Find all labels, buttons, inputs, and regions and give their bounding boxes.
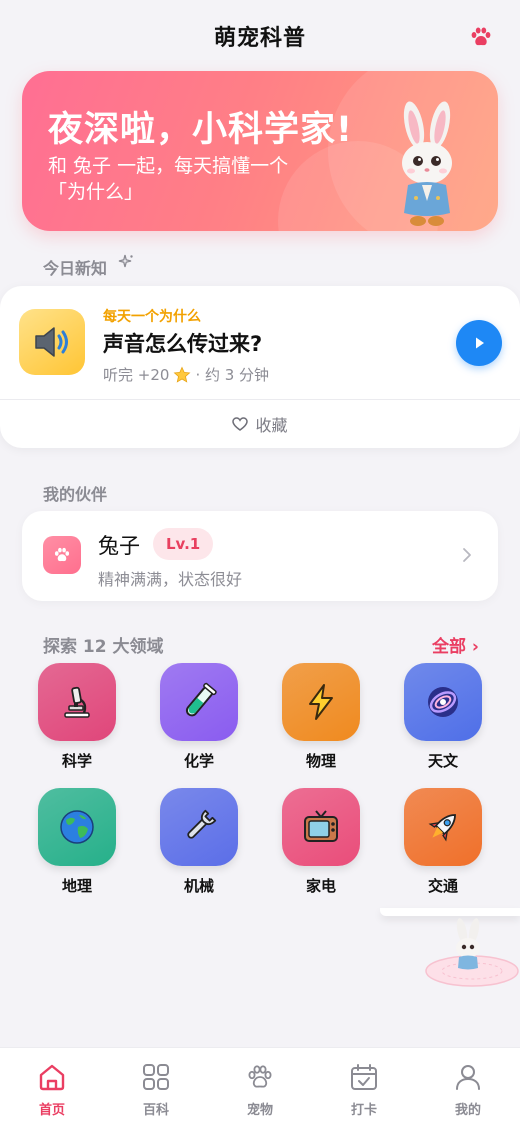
globe-icon [38,788,116,866]
tab-pet[interactable]: 宠物 [208,1048,312,1125]
rabbit-mascot-image [402,101,452,226]
play-button[interactable] [456,320,502,366]
reward-text: 听完 +20 [103,366,170,384]
favorite-button[interactable]: 收藏 [0,400,520,448]
category-3[interactable]: 物理 [271,663,371,773]
category-label: 地理 [61,877,92,895]
page-title: 萌宠科普 [213,26,306,51]
tab-encyclopedia[interactable]: 百科 [104,1048,208,1125]
test-tube-icon [160,663,238,741]
daily-kicker: 每天一个为什么 [103,309,201,325]
tab-label: 百科 [142,1103,169,1118]
tab-label: 我的 [454,1103,481,1118]
galaxy-icon [404,663,482,741]
floating-panel-edge [380,908,520,916]
paw-icon [43,536,81,574]
heart-icon [232,416,249,432]
category-6[interactable]: 机械 [149,788,249,898]
category-label: 天文 [427,752,458,770]
play-icon [476,337,484,349]
sparkle-icon [118,254,133,268]
bottom-tab-bar: 首页 百科 宠物 打卡 我的 [0,1047,520,1125]
tab-home[interactable]: 首页 [0,1048,104,1125]
grid-icon [143,1064,169,1090]
tab-profile[interactable]: 我的 [416,1048,520,1125]
wrench-icon [160,788,238,866]
partner-card[interactable]: 兔子 Lv.1 精神满满，状态很好 [22,511,498,601]
banner-subtitle: 和 兔子 一起，每天搞懂一个「为什么」 [48,155,289,203]
category-label: 家电 [305,877,336,895]
view-all-link[interactable]: 全部 › [432,632,479,657]
banner-title: 夜深啦，小科学家! [48,110,353,150]
microscope-icon [38,663,116,741]
app-header: 萌宠科普 [0,0,520,72]
paw-icon[interactable] [468,24,494,50]
partner-section-label: 我的伙伴 [43,485,108,504]
tv-icon [282,788,360,866]
favorite-label: 收藏 [255,416,288,435]
explore-section-label: 探索 12 大领域 [43,637,164,657]
category-4[interactable]: 天文 [393,663,493,773]
category-5[interactable]: 地理 [27,788,127,898]
category-label: 机械 [183,877,214,895]
rabbit-pet-image[interactable] [424,918,520,990]
star-icon [173,366,191,384]
chevron-right-icon [463,548,471,562]
welcome-banner[interactable]: 夜深啦，小科学家! 和 兔子 一起，每天搞懂一个「为什么」 [22,71,498,231]
daily-question-card[interactable]: 每天一个为什么 声音怎么传过来? 听完 +20 · 约 3 分钟 收藏 [0,286,520,448]
category-7[interactable]: 家电 [271,788,371,898]
tab-label: 打卡 [350,1103,377,1118]
category-label: 科学 [61,752,92,770]
level-badge: Lv.1 [153,528,214,560]
tab-label: 宠物 [246,1103,273,1118]
daily-question-title: 声音怎么传过来? [103,332,263,356]
duration-text: · 约 3 分钟 [195,366,270,384]
speaker-icon [19,309,85,375]
category-label: 化学 [183,752,214,770]
user-icon [456,1065,480,1090]
category-label: 交通 [427,877,458,895]
tab-label: 首页 [38,1103,65,1118]
lightning-icon [282,663,360,741]
category-2[interactable]: 化学 [149,663,249,773]
paw-icon [248,1065,272,1088]
tab-checkin[interactable]: 打卡 [312,1048,416,1125]
calendar-check-icon [351,1064,377,1090]
daily-meta: 听完 +20 · 约 3 分钟 [103,364,269,385]
today-section-label: 今日新知 [43,259,108,278]
home-icon [39,1064,65,1091]
category-8[interactable]: 交通 [393,788,493,898]
category-1[interactable]: 科学 [27,663,127,773]
category-label: 物理 [305,752,336,770]
partner-name: 兔子 [98,534,140,558]
rocket-icon [404,788,482,866]
partner-status: 精神满满，状态很好 [98,570,243,589]
